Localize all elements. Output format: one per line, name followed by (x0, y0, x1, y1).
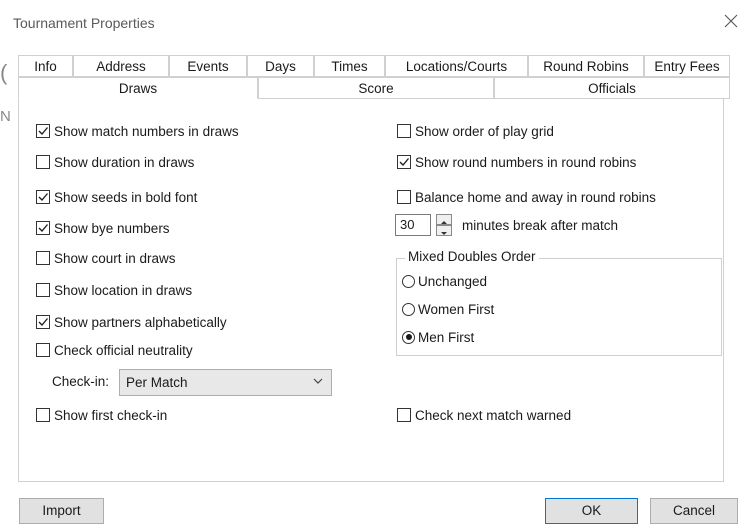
checkbox-box[interactable] (36, 283, 50, 297)
checkbox-show-round-numbers[interactable]: Show round numbers in round robins (397, 153, 636, 171)
tab-entry-fees[interactable]: Entry Fees (644, 55, 730, 77)
title-bar: Tournament Properties (0, 0, 744, 46)
check-icon (38, 127, 48, 135)
close-icon[interactable] (723, 13, 739, 29)
radio-label: Unchanged (418, 273, 488, 289)
checkbox-box[interactable] (36, 190, 50, 204)
checkbox-label: Show duration in draws (54, 154, 195, 170)
ok-button[interactable]: OK (545, 498, 638, 524)
background-window-edge: N (0, 108, 11, 125)
checkbox-label: Show partners alphabetically (54, 314, 227, 330)
checkbox-label: Show order of play grid (415, 123, 554, 139)
spin-down-button[interactable] (436, 225, 452, 236)
break-minutes-label: minutes break after match (462, 218, 619, 233)
checkbox-show-court[interactable]: Show court in draws (36, 249, 176, 267)
check-icon (38, 224, 48, 232)
radio-women-first[interactable]: Women First (402, 300, 494, 318)
checkbox-check-next-match-warned[interactable]: Check next match warned (397, 406, 571, 424)
radio-circle[interactable] (402, 330, 415, 344)
check-icon (38, 193, 48, 201)
radio-unchanged[interactable]: Unchanged (402, 272, 487, 290)
arrow-down-icon (441, 232, 447, 235)
tab-row-top: Info Address Events Days Times Locations… (18, 55, 730, 78)
checkbox-box[interactable] (36, 408, 50, 422)
tournament-properties-dialog: Tournament Properties ( N Info Address E… (0, 0, 744, 530)
checkbox-label: Show match numbers in draws (54, 123, 239, 139)
checkbox-box[interactable] (36, 221, 50, 235)
checkbox-box[interactable] (397, 408, 411, 422)
checkbox-label: Show seeds in bold font (54, 189, 198, 205)
checkbox-show-match-numbers[interactable]: Show match numbers in draws (36, 122, 239, 140)
tab-days[interactable]: Days (247, 55, 314, 77)
checkbox-label: Show bye numbers (54, 220, 170, 236)
checkbox-show-first-checkin[interactable]: Show first check-in (36, 406, 167, 424)
radio-label: Women First (418, 301, 495, 317)
radio-label: Men First (418, 329, 475, 345)
tab-address[interactable]: Address (73, 55, 169, 77)
checkbox-label: Balance home and away in round robins (415, 189, 656, 205)
background-window-edge: ( (0, 60, 8, 85)
radio-circle[interactable] (402, 302, 415, 316)
checkbox-show-partners-alphabetically[interactable]: Show partners alphabetically (36, 313, 227, 331)
checkbox-box[interactable] (36, 124, 50, 138)
checkbox-check-official-neutrality[interactable]: Check official neutrality (36, 341, 193, 359)
checkin-label: Check-in: (52, 374, 110, 389)
checkbox-box[interactable] (36, 251, 50, 265)
checkbox-label: Show location in draws (54, 282, 193, 298)
checkbox-label: Show first check-in (54, 407, 168, 423)
tab-score[interactable]: Score (258, 77, 494, 99)
radio-circle[interactable] (402, 274, 415, 288)
checkbox-balance-home-away[interactable]: Balance home and away in round robins (397, 188, 656, 206)
checkin-selected-value: Per Match (126, 375, 188, 390)
checkbox-show-bye-numbers[interactable]: Show bye numbers (36, 219, 170, 237)
tab-round-robins[interactable]: Round Robins (528, 55, 644, 77)
import-button[interactable]: Import (19, 498, 104, 524)
checkbox-show-duration[interactable]: Show duration in draws (36, 153, 194, 171)
checkbox-label: Check next match warned (415, 407, 572, 423)
break-minutes-input[interactable]: 30 (395, 214, 431, 236)
tab-times[interactable]: Times (314, 55, 385, 77)
checkbox-box[interactable] (36, 155, 50, 169)
cancel-button[interactable]: Cancel (650, 498, 738, 524)
checkin-select[interactable]: Per Match (119, 369, 332, 396)
chevron-down-icon (313, 378, 323, 384)
checkbox-label: Show court in draws (54, 250, 176, 266)
tab-events[interactable]: Events (169, 55, 247, 77)
checkbox-show-location[interactable]: Show location in draws (36, 281, 192, 299)
checkbox-show-seeds-bold[interactable]: Show seeds in bold font (36, 188, 197, 206)
checkbox-label: Check official neutrality (54, 342, 193, 358)
window-title: Tournament Properties (13, 15, 155, 31)
mixed-doubles-title: Mixed Doubles Order (405, 249, 539, 264)
tab-info[interactable]: Info (18, 55, 73, 77)
check-icon (399, 158, 409, 166)
tab-draws[interactable]: Draws (18, 77, 258, 99)
checkbox-box[interactable] (397, 124, 411, 138)
checkbox-box[interactable] (397, 155, 411, 169)
checkbox-box[interactable] (36, 343, 50, 357)
spin-up-button[interactable] (436, 214, 452, 225)
tab-officials[interactable]: Officials (494, 77, 730, 99)
checkbox-label: Show round numbers in round robins (415, 154, 637, 170)
check-icon (38, 318, 48, 326)
checkbox-box[interactable] (397, 190, 411, 204)
checkbox-box[interactable] (36, 315, 50, 329)
checkbox-show-order-of-play-grid[interactable]: Show order of play grid (397, 122, 554, 140)
tab-locations-courts[interactable]: Locations/Courts (385, 55, 528, 77)
radio-men-first[interactable]: Men First (402, 328, 474, 346)
tab-row-bottom: Draws Score Officials (18, 77, 730, 100)
